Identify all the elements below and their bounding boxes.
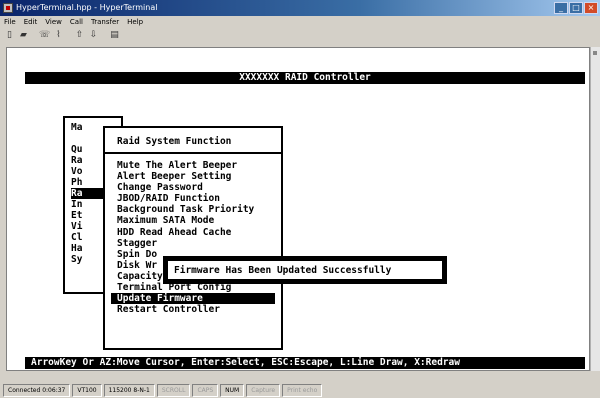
- phone-icon[interactable]: ☏: [39, 30, 50, 40]
- terminal-footer: ArrowKey Or AZ:Move Cursor, Enter:Select…: [25, 357, 585, 369]
- window-title: HyperTerminal.hpp - HyperTerminal: [16, 3, 158, 12]
- submenu-item-maximum-sata-mode[interactable]: Maximum SATA Mode: [105, 215, 281, 226]
- status-connected: Connected 0:06:37: [3, 383, 71, 397]
- terminal-screen[interactable]: XXXXXXX RAID Controller Ma Qu Ra Vo Ph R…: [6, 47, 590, 371]
- hyperterminal-app-icon: [3, 3, 13, 13]
- submenu-item-stagger[interactable]: Stagger: [105, 238, 281, 249]
- disconnect-icon[interactable]: ⌇: [53, 30, 64, 40]
- popup-box: Firmware Has Been Updated Successfully: [167, 260, 443, 280]
- menu-file[interactable]: File: [0, 16, 20, 28]
- minimize-button[interactable]: _: [554, 2, 568, 14]
- menu-transfer[interactable]: Transfer: [87, 16, 123, 28]
- maximize-button[interactable]: □: [569, 2, 583, 14]
- status-caps: CAPS: [192, 383, 219, 397]
- vertical-scrollbar[interactable]: [590, 47, 600, 371]
- status-print-echo: Print echo: [282, 383, 323, 397]
- raid-system-function-menu: Raid System Function Mute The Alert Beep…: [103, 126, 283, 350]
- submenu-item-update-firmware[interactable]: Update Firmware: [111, 293, 275, 305]
- terminal-header: XXXXXXX RAID Controller: [25, 72, 585, 84]
- submenu-title: Raid System Function: [117, 136, 232, 147]
- open-icon[interactable]: ▰: [18, 30, 29, 40]
- submenu-item-alert-beeper-setting[interactable]: Alert Beeper Setting: [105, 171, 281, 182]
- submenu-list: Mute The Alert Beeper Alert Beeper Setti…: [105, 160, 281, 315]
- firmware-updated-popup: Firmware Has Been Updated Successfully: [163, 256, 447, 284]
- submenu-item-change-password[interactable]: Change Password: [105, 182, 281, 193]
- properties-icon[interactable]: ▤: [109, 30, 120, 40]
- submenu-item-mute-alert-beeper[interactable]: Mute The Alert Beeper: [105, 160, 281, 171]
- status-scroll: SCROLL: [156, 383, 191, 397]
- menu-edit[interactable]: Edit: [20, 16, 42, 28]
- submenu-item-hdd-read-ahead-cache[interactable]: HDD Read Ahead Cache: [105, 227, 281, 238]
- submenu-item-background-task-priority[interactable]: Background Task Priority: [105, 204, 281, 215]
- send-icon[interactable]: ⇧: [74, 30, 85, 40]
- new-icon[interactable]: ▯: [4, 30, 15, 40]
- status-emulation: VT100: [72, 383, 102, 397]
- receive-icon[interactable]: ⇩: [88, 30, 99, 40]
- main-menu-title: Ma: [71, 122, 83, 133]
- menu-view[interactable]: View: [41, 16, 66, 28]
- menu-help[interactable]: Help: [123, 16, 147, 28]
- toolbar: ▯ ▰ ☏ ⌇ ⇧ ⇩ ▤: [0, 28, 600, 42]
- submenu-divider: [105, 152, 281, 154]
- submenu-item-restart-controller[interactable]: Restart Controller: [105, 304, 281, 315]
- status-bar: Connected 0:06:37 VT100 115200 8-N-1 SCR…: [0, 382, 600, 398]
- close-button[interactable]: ×: [584, 2, 598, 14]
- status-num: NUM: [220, 383, 245, 397]
- menu-call[interactable]: Call: [66, 16, 87, 28]
- status-capture: Capture: [246, 383, 281, 397]
- window-controls: _ □ ×: [554, 2, 598, 14]
- submenu-item-jbod-raid-function[interactable]: JBOD/RAID Function: [105, 193, 281, 204]
- menu-bar: File Edit View Call Transfer Help: [0, 16, 600, 28]
- popup-message: Firmware Has Been Updated Successfully: [174, 265, 392, 276]
- title-bar: HyperTerminal.hpp - HyperTerminal _ □ ×: [0, 0, 600, 16]
- status-settings: 115200 8-N-1: [103, 383, 155, 397]
